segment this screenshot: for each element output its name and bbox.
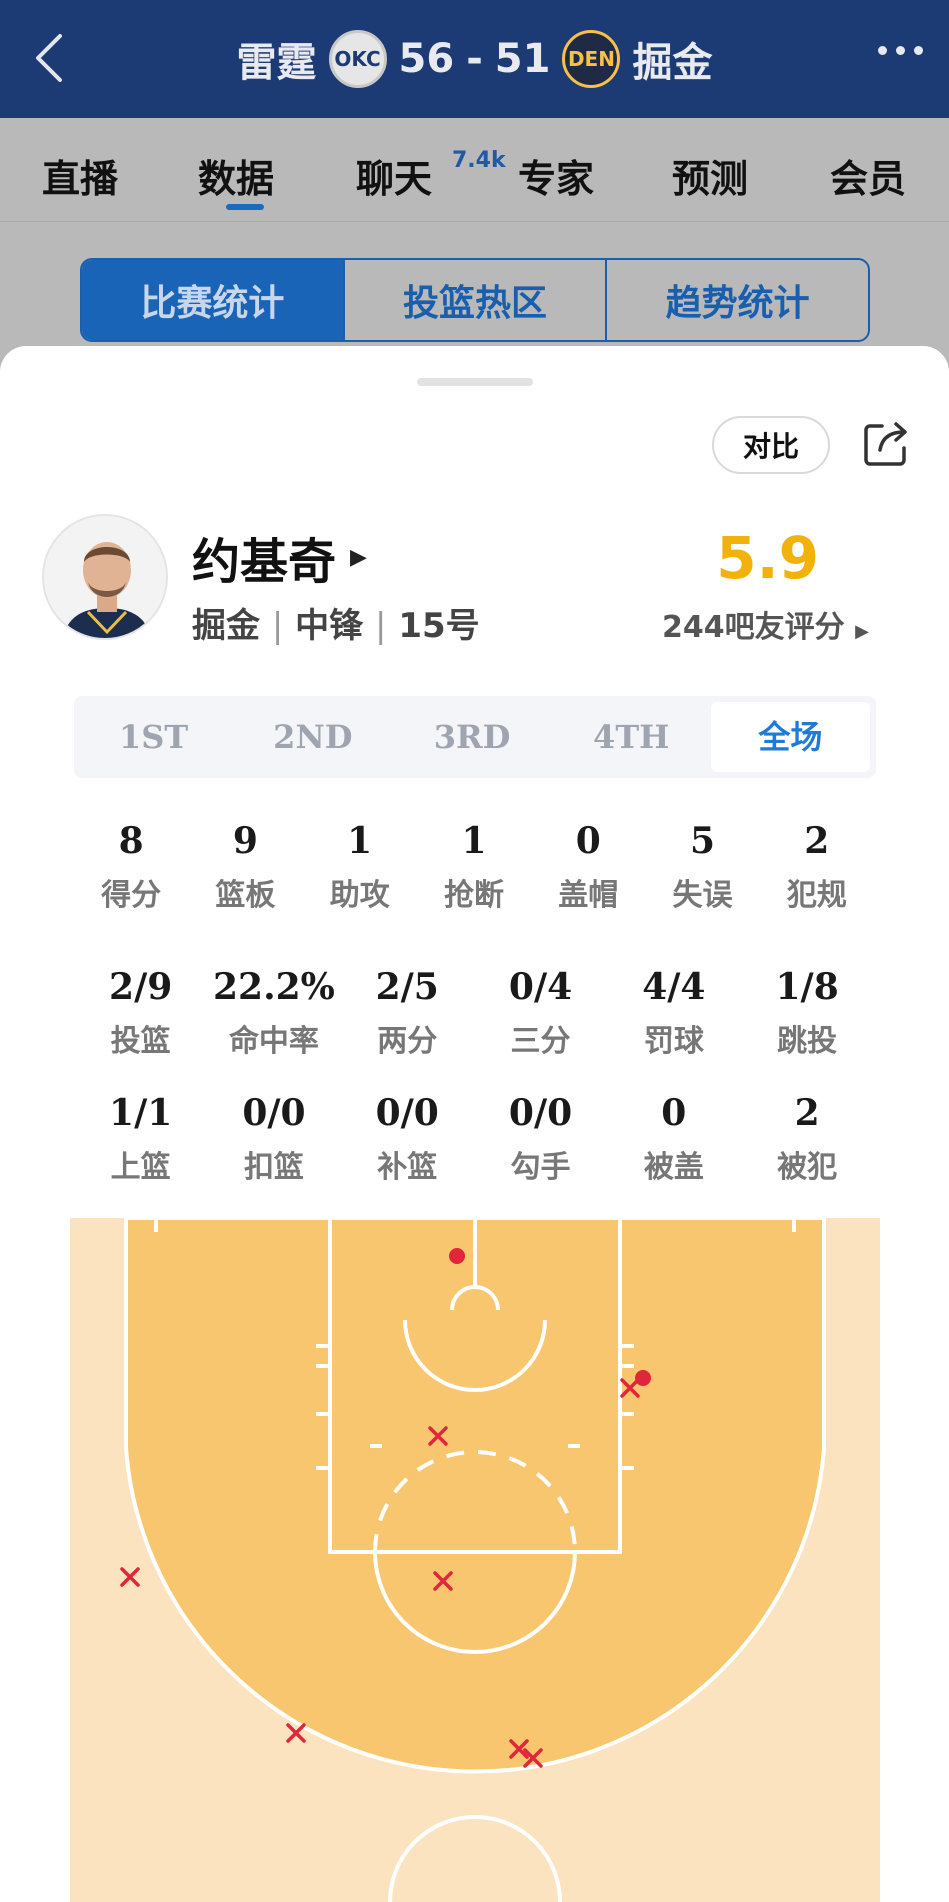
stat-3pt: 0/4 三分 bbox=[508, 966, 573, 1059]
stat-points: 8 得分 bbox=[101, 820, 162, 913]
made-shot-marker bbox=[449, 1248, 465, 1264]
active-tab-indicator bbox=[226, 204, 264, 210]
stat-hook: 0/0 勾手 bbox=[508, 1092, 573, 1185]
tab-membership[interactable]: 会员 bbox=[830, 148, 906, 203]
tab-navigation: 直播 数据 聊天 7.4k 专家 预测 会员 bbox=[0, 118, 949, 222]
shot-chart-court bbox=[70, 1218, 880, 1902]
court-svg bbox=[70, 1218, 880, 1902]
player-rating: 5.9 bbox=[716, 524, 819, 592]
compare-button[interactable]: 对比 bbox=[712, 416, 830, 474]
player-name-text: 约基奇 bbox=[192, 534, 337, 590]
segment-shot-chart[interactable]: 投篮热区 bbox=[345, 260, 608, 340]
stats-segmented-control: 比赛统计 投篮热区 趋势统计 bbox=[80, 258, 870, 342]
stat-fouls: 2 犯规 bbox=[786, 820, 847, 913]
away-team-name: 掘金 bbox=[632, 40, 713, 86]
period-tabs: 1ST 2ND 3RD 4TH 全场 bbox=[74, 696, 876, 778]
tab-chat[interactable]: 聊天 bbox=[356, 148, 432, 203]
tab-data[interactable]: 数据 bbox=[198, 148, 274, 203]
player-number: 15号 bbox=[398, 606, 480, 646]
player-name[interactable]: 约基奇 ▶ bbox=[192, 522, 367, 592]
period-1st[interactable]: 1ST bbox=[74, 718, 233, 756]
basic-stats-row: 8 得分 9 篮板 1 助攻 1 抢断 0 盖帽 5 失误 2 犯规 bbox=[74, 820, 874, 914]
fan-rating-link[interactable]: 244吧友评分 ▶ bbox=[662, 602, 869, 646]
player-position: 中锋 bbox=[295, 606, 364, 646]
stat-assists: 1 助攻 bbox=[329, 820, 390, 913]
home-team-name: 雷霆 bbox=[236, 40, 317, 86]
more-horizontal-icon[interactable] bbox=[878, 46, 923, 55]
shot-type-stats-row: 1/1 上篮 0/0 扣篮 0/0 补篮 0/0 勾手 0 被盖 2 被犯 bbox=[74, 1092, 874, 1186]
stat-blocks: 0 盖帽 bbox=[558, 820, 619, 913]
fan-rating-text: 244吧友评分 bbox=[662, 610, 845, 645]
tab-live[interactable]: 直播 bbox=[42, 148, 118, 203]
chat-count-badge: 7.4k bbox=[452, 148, 506, 173]
segment-trend-stats[interactable]: 趋势统计 bbox=[607, 260, 868, 340]
stat-turnovers: 5 失误 bbox=[672, 820, 733, 913]
stat-2pt: 2/5 两分 bbox=[375, 966, 439, 1059]
away-score: 51 bbox=[494, 36, 551, 82]
segment-game-stats[interactable]: 比赛统计 bbox=[82, 260, 345, 340]
okc-logo-icon: OKC bbox=[328, 30, 387, 88]
shooting-stats-row: 2/9 投篮 22.2% 命中率 2/5 两分 0/4 三分 4/4 罚球 1/8 跳投 bbox=[74, 966, 874, 1060]
period-2nd[interactable]: 2ND bbox=[233, 718, 392, 756]
score-separator: - bbox=[466, 36, 483, 82]
player-team: 掘金 bbox=[192, 606, 260, 646]
meta-separator: | bbox=[271, 606, 284, 646]
back-chevron-icon[interactable] bbox=[30, 30, 70, 86]
caret-right-icon: ▶ bbox=[855, 621, 869, 642]
period-4th[interactable]: 4TH bbox=[552, 718, 711, 756]
stat-steals: 1 抢断 bbox=[443, 820, 504, 913]
stat-ft: 4/4 罚球 bbox=[642, 966, 706, 1059]
home-score: 56 bbox=[398, 36, 455, 82]
made-shot-marker bbox=[635, 1370, 651, 1386]
stat-fg: 2/9 投篮 bbox=[109, 966, 173, 1059]
sheet-drag-handle[interactable] bbox=[417, 378, 533, 386]
scoreline: 雷霆 OKC 56 - 51 DEN 掘金 bbox=[236, 30, 713, 88]
top-header-bar: 雷霆 OKC 56 - 51 DEN 掘金 bbox=[0, 0, 949, 118]
meta-separator: | bbox=[375, 606, 387, 646]
period-full-game[interactable]: 全场 bbox=[710, 702, 871, 772]
player-detail-sheet: 对比 约基奇 ▶ 掘金 | 中锋 | 15号 5.9 244吧友评分 ▶ 1ST… bbox=[0, 346, 949, 1902]
tab-prediction[interactable]: 预测 bbox=[672, 148, 748, 203]
stat-blocked: 0 被盖 bbox=[643, 1092, 704, 1185]
stat-tipin: 0/0 补篮 bbox=[375, 1092, 439, 1185]
share-icon[interactable] bbox=[860, 418, 912, 470]
player-meta: 掘金 | 中锋 | 15号 bbox=[192, 598, 480, 647]
period-3rd[interactable]: 3RD bbox=[392, 718, 551, 756]
stat-fg-pct: 22.2% 命中率 bbox=[213, 966, 335, 1059]
stat-rebounds: 9 篮板 bbox=[215, 820, 276, 913]
den-logo-icon: DEN bbox=[562, 30, 621, 88]
stat-jumpshot: 1/8 跳投 bbox=[775, 966, 839, 1059]
stat-fouled: 2 被犯 bbox=[777, 1092, 838, 1185]
player-avatar[interactable] bbox=[42, 514, 168, 640]
stat-layup: 1/1 上篮 bbox=[109, 1092, 173, 1185]
stat-dunk: 0/0 扣篮 bbox=[242, 1092, 306, 1185]
caret-right-icon: ▶ bbox=[350, 544, 367, 570]
tab-experts[interactable]: 专家 bbox=[518, 148, 594, 203]
